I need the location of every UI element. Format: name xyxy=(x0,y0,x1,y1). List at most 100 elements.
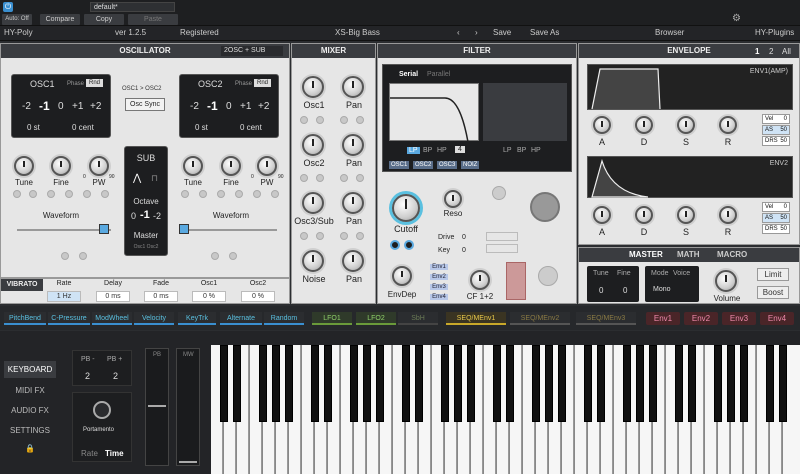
mod-slot[interactable] xyxy=(300,116,308,124)
boost-button[interactable]: Boost xyxy=(757,286,789,299)
mod-env3[interactable]: Env3 xyxy=(722,312,756,325)
sub-oct-0[interactable]: 0 xyxy=(131,211,136,221)
env1-as[interactable]: AS 50 xyxy=(762,125,790,135)
mixer-osc3-knob[interactable] xyxy=(302,192,324,214)
osc1-tune-knob[interactable] xyxy=(14,156,34,176)
master-tab[interactable]: MASTER xyxy=(629,250,663,259)
save-as-button[interactable]: Save As xyxy=(530,28,559,37)
copy-button[interactable]: Copy xyxy=(84,14,124,25)
osc2-waveform-slider[interactable] xyxy=(181,229,277,231)
env2-s-knob[interactable] xyxy=(677,206,695,224)
black-key[interactable] xyxy=(363,345,371,422)
mod-random[interactable]: Random xyxy=(264,312,304,325)
compare-button[interactable]: Compare xyxy=(40,14,80,25)
osc1-cent[interactable]: 0 cent xyxy=(72,123,94,132)
portamento-knob[interactable] xyxy=(93,401,111,419)
mod-slot[interactable] xyxy=(316,174,324,182)
mod-slot[interactable] xyxy=(47,190,55,198)
mod-modwheel[interactable]: ModWheel xyxy=(92,312,132,325)
osc1-st[interactable]: 0 st xyxy=(27,123,40,132)
filter2-reso-knob[interactable] xyxy=(492,186,506,200)
filter-link-icon[interactable] xyxy=(390,240,400,250)
black-key[interactable] xyxy=(636,345,644,422)
mod-alternate[interactable]: Alternate xyxy=(220,312,262,325)
filter-parallel-tab[interactable]: Parallel xyxy=(427,71,450,78)
black-key[interactable] xyxy=(649,345,657,422)
env1-s-knob[interactable] xyxy=(677,116,695,134)
filter-route-matrix[interactable] xyxy=(506,262,526,300)
black-key[interactable] xyxy=(714,345,722,422)
vibrato-rate-field[interactable]: 1 Hz xyxy=(47,291,81,302)
reso-knob[interactable] xyxy=(444,190,462,208)
env2-vel[interactable]: Vel 0 xyxy=(762,202,790,212)
side-keyboard[interactable]: KEYBOARD xyxy=(4,361,56,378)
mod-slot[interactable] xyxy=(199,190,207,198)
mod-slot[interactable] xyxy=(356,174,364,182)
cf-knob[interactable] xyxy=(470,270,490,290)
env-tab-all[interactable]: All xyxy=(782,47,791,56)
mod-slot[interactable] xyxy=(217,190,225,198)
mod-slot[interactable] xyxy=(13,190,21,198)
env2-drs[interactable]: DRS 50 xyxy=(762,224,790,234)
env1-r-knob[interactable] xyxy=(719,116,737,134)
mod-lfo1[interactable]: LFO1 xyxy=(312,312,352,325)
mod-slot[interactable] xyxy=(181,190,189,198)
mod-lfo2[interactable]: LFO2 xyxy=(356,312,396,325)
mixer-noise-knob[interactable] xyxy=(302,250,324,272)
black-key[interactable] xyxy=(584,345,592,422)
math-tab[interactable]: MATH xyxy=(677,250,700,259)
osc2-rnd-button[interactable]: Rnd xyxy=(254,79,272,87)
osc2-oct-m2[interactable]: -2 xyxy=(190,101,199,112)
osc2-waveform-handle[interactable] xyxy=(179,224,189,234)
mod-seq1[interactable]: SEQ/MEnv1 xyxy=(446,312,506,325)
env3-button[interactable]: Env3 xyxy=(430,284,448,290)
env-tab-2[interactable]: 2 xyxy=(769,47,773,56)
mod-velocity[interactable]: Velocity xyxy=(134,312,174,325)
mod-slot[interactable] xyxy=(316,232,324,240)
mod-slot[interactable] xyxy=(61,252,69,260)
preset-name[interactable]: XS-Big Bass xyxy=(335,28,380,37)
lock-icon[interactable]: 🔒 xyxy=(25,444,35,453)
mod-slot[interactable] xyxy=(316,116,324,124)
black-key[interactable] xyxy=(779,345,787,422)
osc1-oct-0[interactable]: 0 xyxy=(58,101,64,112)
mod-slot[interactable] xyxy=(271,190,279,198)
black-key[interactable] xyxy=(311,345,319,422)
mixer-pan1-knob[interactable] xyxy=(342,76,364,98)
time-label[interactable]: Time xyxy=(105,449,124,458)
mod-slot[interactable] xyxy=(235,190,243,198)
osc2-pw-knob[interactable] xyxy=(257,156,277,176)
pb-minus-value[interactable]: 2 xyxy=(85,371,90,381)
osc2-cent[interactable]: 0 cent xyxy=(240,123,262,132)
filter1-lp[interactable]: LP xyxy=(407,147,420,154)
black-key[interactable] xyxy=(688,345,696,422)
osc1-pw-knob[interactable] xyxy=(89,156,109,176)
mod-slot[interactable] xyxy=(229,252,237,260)
env1-vel[interactable]: Vel 0 xyxy=(762,114,790,124)
osc-mode-dropdown[interactable]: 2OSC + SUB xyxy=(221,46,283,56)
macro-tab[interactable]: MACRO xyxy=(717,250,747,259)
black-key[interactable] xyxy=(467,345,475,422)
env2-d-knob[interactable] xyxy=(635,206,653,224)
mod-slot[interactable] xyxy=(101,190,109,198)
mod-slot[interactable] xyxy=(83,190,91,198)
fine-value[interactable]: 0 xyxy=(623,286,627,295)
pitchbend-wheel[interactable]: PB xyxy=(145,348,169,466)
black-key[interactable] xyxy=(493,345,501,422)
filter-copy-icon[interactable] xyxy=(404,240,414,250)
filter-src-noiz[interactable]: NOIZ xyxy=(461,161,480,169)
drive-value[interactable]: 0 xyxy=(462,234,466,241)
mixer-pan2-knob[interactable] xyxy=(342,134,364,156)
osc1-waveform-slider[interactable] xyxy=(17,229,111,231)
env1-button[interactable]: Env1 xyxy=(430,264,448,270)
mod-slot[interactable] xyxy=(300,232,308,240)
vibrato-fade-field[interactable]: 0 ms xyxy=(144,291,178,302)
env2-as[interactable]: AS 50 xyxy=(762,213,790,223)
mod-env4[interactable]: Env4 xyxy=(760,312,794,325)
filter-src-osc1[interactable]: OSC1 xyxy=(389,161,410,169)
filter1-bp[interactable]: BP xyxy=(423,147,432,154)
osc1-fine-knob[interactable] xyxy=(51,156,71,176)
filter2-envdep-knob[interactable] xyxy=(538,266,558,286)
mixer-osc1-knob[interactable] xyxy=(302,76,324,98)
osc2-oct-p1[interactable]: +1 xyxy=(240,101,251,112)
